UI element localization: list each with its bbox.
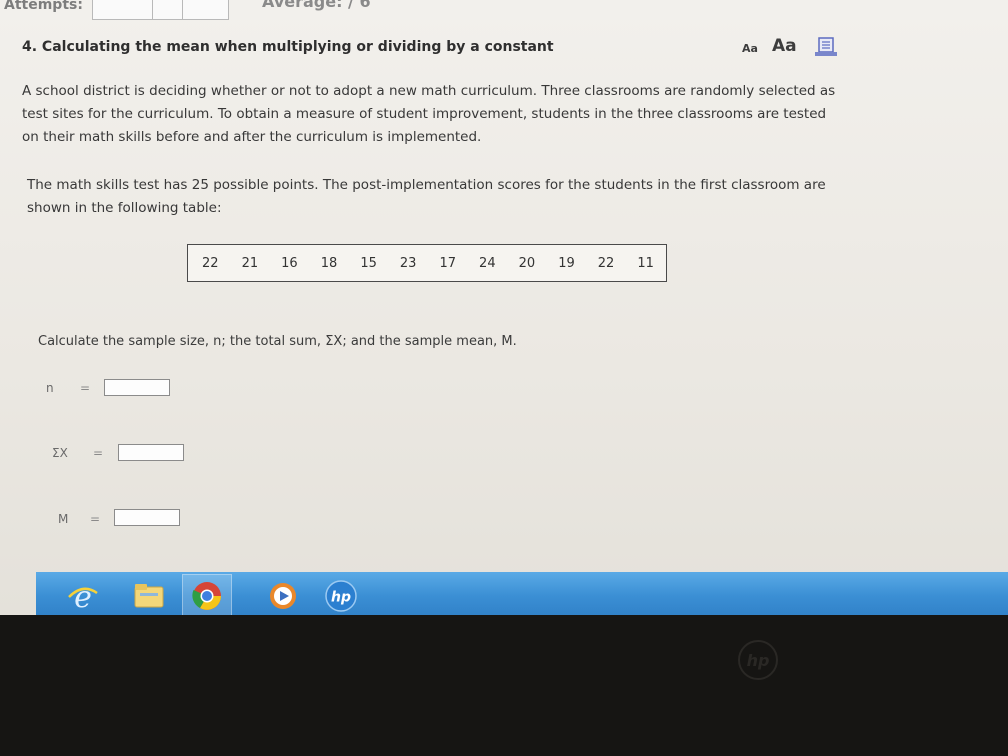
svg-text:e: e (74, 580, 92, 613)
score-cell: 23 (399, 255, 417, 271)
score-cell: 19 (558, 255, 575, 271)
problem-paragraph: A school district is deciding whether or… (22, 83, 836, 145)
assignment-header: Attempts: Average: / 6 (0, 0, 1008, 22)
hp-bezel-logo: hp (738, 640, 778, 680)
n-input[interactable] (104, 379, 170, 396)
taskbar: e hp (36, 572, 1008, 615)
score-cell: 18 (320, 255, 338, 271)
mean-input[interactable] (114, 509, 180, 526)
hp-icon[interactable]: hp (316, 574, 366, 615)
question-title: 4. Calculating the mean when multiplying… (22, 39, 554, 55)
score-cell: 17 (439, 255, 457, 271)
score-cell: 11 (637, 255, 654, 271)
score-cell: 16 (281, 255, 298, 271)
svg-text:hp: hp (331, 590, 351, 606)
score-cell: 24 (479, 255, 496, 271)
sum-equals: = (93, 446, 104, 460)
print-icon[interactable] (814, 36, 838, 58)
n-label: n (46, 381, 54, 395)
mean-label: M (58, 512, 69, 526)
media-player-icon[interactable] (258, 574, 308, 615)
attempts-box (182, 0, 229, 20)
mean-equals: = (90, 512, 101, 526)
attempts-label: Attempts: (4, 0, 83, 13)
file-explorer-icon[interactable] (124, 574, 174, 615)
font-size-large-button[interactable]: Aa (772, 36, 797, 56)
test-description-paragraph: The math skills test has 25 possible poi… (27, 177, 826, 216)
score-cell: 22 (597, 255, 615, 271)
score-cell: 15 (360, 255, 377, 271)
average-label: Average: / 6 (262, 0, 371, 11)
n-equals: = (80, 381, 91, 395)
scores-table: 22 21 16 18 15 23 17 24 20 19 22 11 (187, 244, 667, 282)
score-cell: 20 (518, 255, 536, 271)
score-cell: 22 (202, 255, 219, 271)
instruction-text: Calculate the sample size, n; the total … (38, 334, 517, 349)
screen: Attempts: Average: / 6 4. Calculating th… (0, 0, 1008, 615)
chrome-icon[interactable] (182, 574, 232, 615)
attempts-box (152, 0, 184, 20)
internet-explorer-icon[interactable]: e (58, 574, 108, 615)
font-size-small-button[interactable]: Aa (742, 42, 758, 55)
attempts-box (92, 0, 154, 20)
sum-input[interactable] (118, 444, 184, 461)
score-cell: 21 (241, 255, 259, 271)
sum-label: ΣX (52, 446, 68, 460)
